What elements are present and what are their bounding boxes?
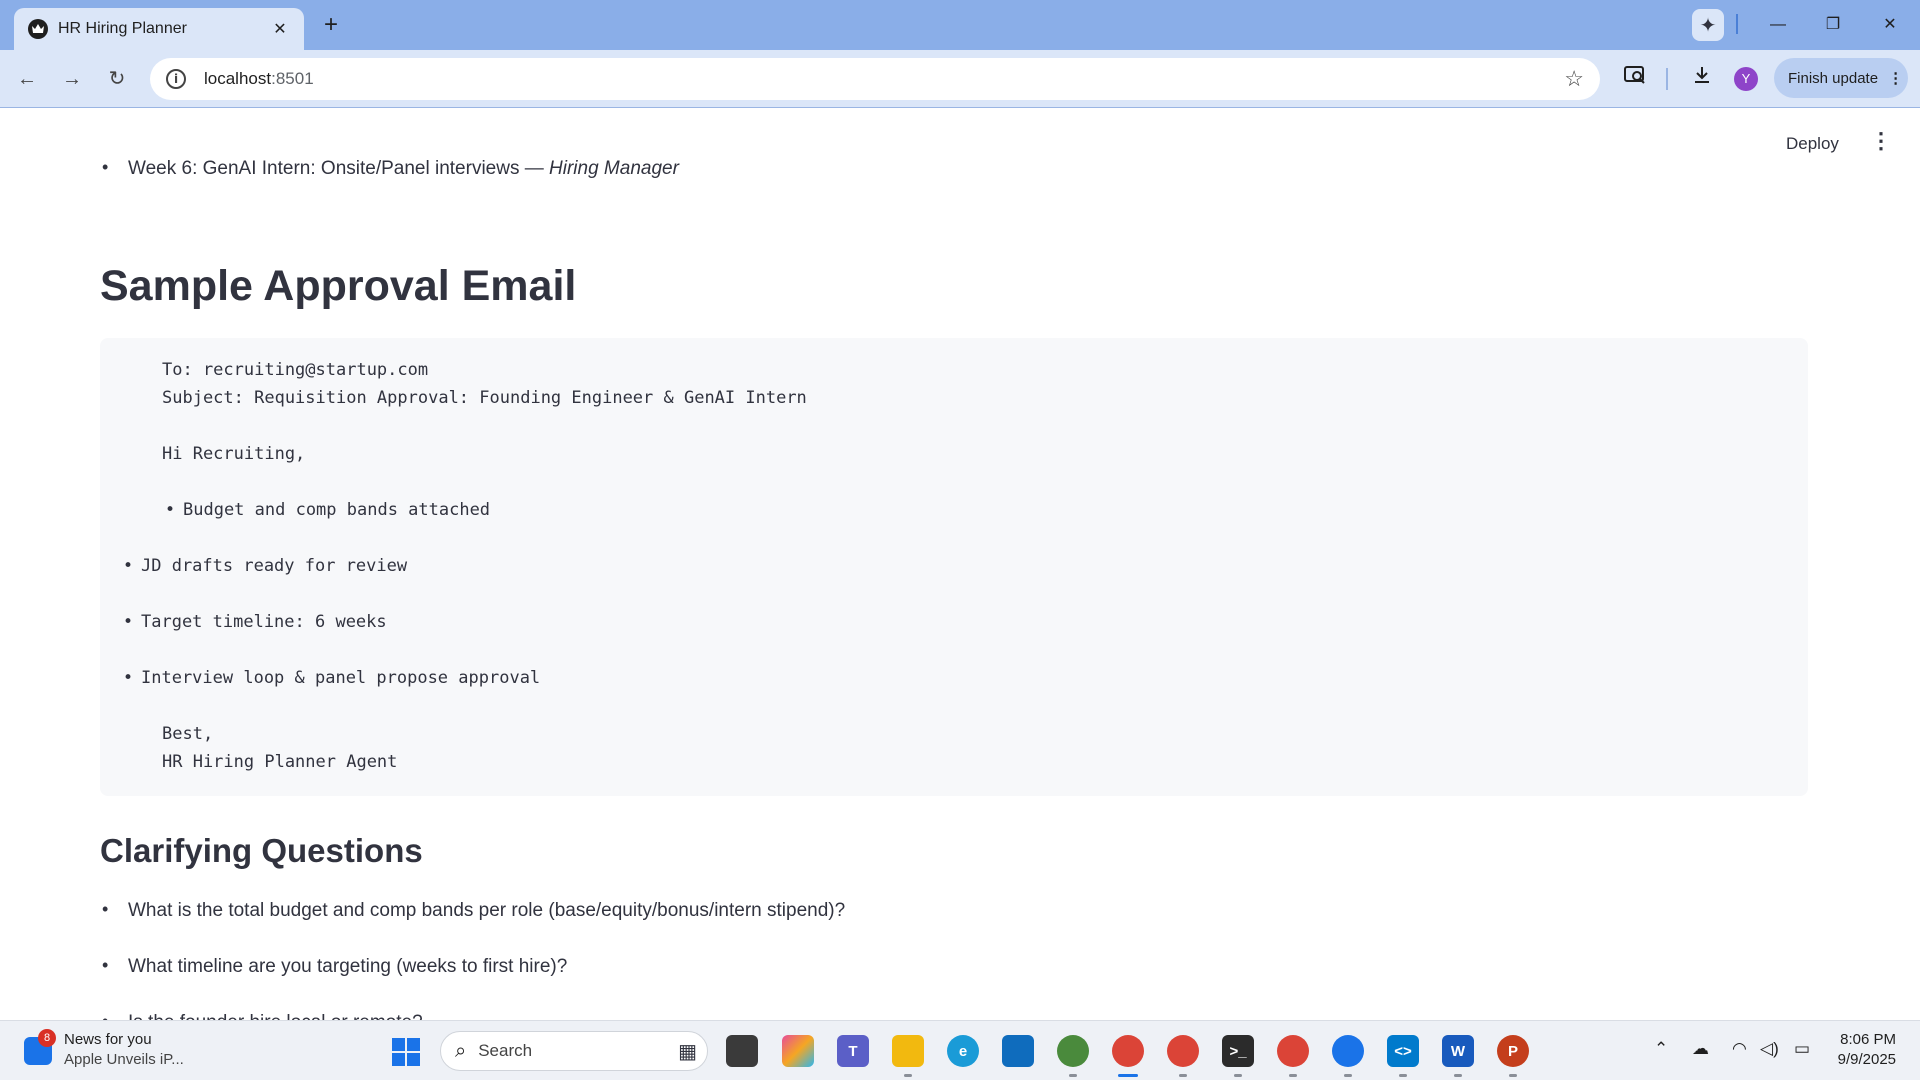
url-host: localhost <box>204 69 272 88</box>
news-widget-subtitle[interactable]: Apple Unveils iP... <box>64 1051 184 1068</box>
volume-icon[interactable]: ◁) <box>1760 1039 1779 1059</box>
windows-taskbar: 8 News for you Apple Unveils iP... ⌕ Sea… <box>0 1020 1920 1080</box>
search-highlight-icon: ▦ <box>678 1040 697 1063</box>
profile-avatar[interactable]: Y <box>1734 67 1758 91</box>
url-port: :8501 <box>271 69 314 88</box>
toolbar-divider <box>1666 68 1668 90</box>
clock-time[interactable]: 8:06 PM <box>1836 1031 1896 1048</box>
chrome-icon-active[interactable] <box>1112 1035 1144 1077</box>
site-info-icon[interactable]: i <box>166 69 186 89</box>
email-bullet-line: Interview loop & panel propose approval <box>123 668 540 688</box>
list-item: What is the total budget and comp bands … <box>102 899 845 922</box>
questions-heading: Clarifying Questions <box>100 832 423 869</box>
email-bullet-line: JD drafts ready for review <box>123 556 407 576</box>
email-signature-line: HR Hiring Planner Agent <box>162 752 398 772</box>
email-subject-line: Subject: Requisition Approval: Founding … <box>162 388 807 408</box>
chrome-icon[interactable] <box>1332 1035 1364 1077</box>
task-view-icon[interactable] <box>726 1035 758 1067</box>
windows-start-icon[interactable] <box>392 1038 420 1066</box>
deploy-button[interactable]: Deploy <box>1786 134 1839 154</box>
chrome-icon[interactable] <box>1167 1035 1199 1077</box>
search-icon: ⌕ <box>455 1039 467 1062</box>
new-tab-button[interactable]: + <box>318 12 344 38</box>
email-bullet-line: Budget and comp bands attached <box>165 500 490 520</box>
email-closing-line: Best, <box>162 724 214 744</box>
app-page: Deploy ⋮ Week 6: GenAI Intern: Onsite/Pa… <box>0 108 1920 1020</box>
store-icon[interactable] <box>1002 1035 1034 1067</box>
battery-icon[interactable]: ▭ <box>1794 1039 1810 1059</box>
bullet-owner: Hiring Manager <box>549 158 679 179</box>
chrome-icon[interactable] <box>1277 1035 1309 1077</box>
onedrive-cloud-icon[interactable]: ☁ <box>1692 1039 1709 1059</box>
email-heading: Sample Approval Email <box>100 262 577 310</box>
file-explorer-icon[interactable] <box>892 1035 924 1077</box>
terminal-icon[interactable]: >_ <box>1222 1035 1254 1077</box>
email-greeting-line: Hi Recruiting, <box>162 444 306 464</box>
main-menu-icon[interactable]: ⋮ <box>1870 130 1892 152</box>
reload-icon[interactable]: ↻ <box>102 64 132 94</box>
streamlit-crown-icon <box>28 19 48 39</box>
forward-arrow-icon[interactable]: → <box>57 64 87 94</box>
browser-tab-active[interactable]: HR Hiring Planner ✕ <box>14 8 304 50</box>
finish-update-label: Finish update <box>1788 69 1879 87</box>
browser-toolbar: ← → ↻ i localhost:8501 ☆ Y Finish update… <box>0 50 1920 108</box>
word-icon[interactable]: W <box>1442 1035 1474 1077</box>
vscode-icon[interactable]: <> <box>1387 1035 1419 1077</box>
tab-close-icon[interactable]: ✕ <box>270 19 290 39</box>
taskbar-search[interactable]: ⌕ Search ▦ <box>440 1031 708 1071</box>
chrome-icon[interactable] <box>1057 1035 1089 1077</box>
search-placeholder: Search <box>478 1041 533 1060</box>
edge-icon[interactable]: e <box>947 1035 979 1067</box>
address-bar[interactable]: i localhost:8501 ☆ <box>150 58 1600 100</box>
clock-date[interactable]: 9/9/2025 <box>1826 1051 1896 1068</box>
list-item: Is the founder hire local or remote? <box>102 1011 423 1020</box>
copilot-icon[interactable] <box>782 1035 814 1067</box>
email-to-line: To: recruiting@startup.com <box>162 360 429 380</box>
news-badge: 8 <box>38 1029 56 1047</box>
finish-update-button[interactable]: Finish update ⋮ <box>1774 58 1908 98</box>
back-arrow-icon[interactable]: ← <box>12 64 42 94</box>
lens-search-icon[interactable] <box>1620 64 1650 94</box>
list-item: Week 6: GenAI Intern: Onsite/Panel inter… <box>102 157 679 180</box>
minimize-icon[interactable]: — <box>1760 10 1796 40</box>
list-item: What timeline are you targeting (weeks t… <box>102 955 567 978</box>
close-window-icon[interactable]: ✕ <box>1872 10 1908 40</box>
tab-title: HR Hiring Planner <box>58 20 187 37</box>
tray-chevron-up-icon[interactable]: ⌃ <box>1654 1039 1668 1059</box>
email-bullet-line: Target timeline: 6 weeks <box>123 612 387 632</box>
gemini-sparkle-icon[interactable]: ✦ <box>1692 9 1724 41</box>
bullet-text: Week 6: GenAI Intern: Onsite/Panel inter… <box>128 158 550 179</box>
teams-icon[interactable]: T <box>837 1035 869 1067</box>
more-options-icon: ⋮ <box>1888 70 1904 87</box>
email-code-block: To: recruiting@startup.com Subject: Requ… <box>100 338 1808 796</box>
restore-icon[interactable]: ❐ <box>1815 10 1851 40</box>
news-widget-title[interactable]: News for you <box>64 1031 152 1048</box>
bookmark-star-icon[interactable]: ☆ <box>1564 66 1584 92</box>
tabstrip-divider <box>1736 14 1738 34</box>
browser-tab-strip: HR Hiring Planner ✕ + ✦ — ❐ ✕ <box>0 0 1920 50</box>
download-icon[interactable] <box>1687 64 1717 94</box>
powerpoint-icon[interactable]: P <box>1497 1035 1529 1077</box>
wifi-icon[interactable]: ◠ <box>1732 1039 1747 1059</box>
